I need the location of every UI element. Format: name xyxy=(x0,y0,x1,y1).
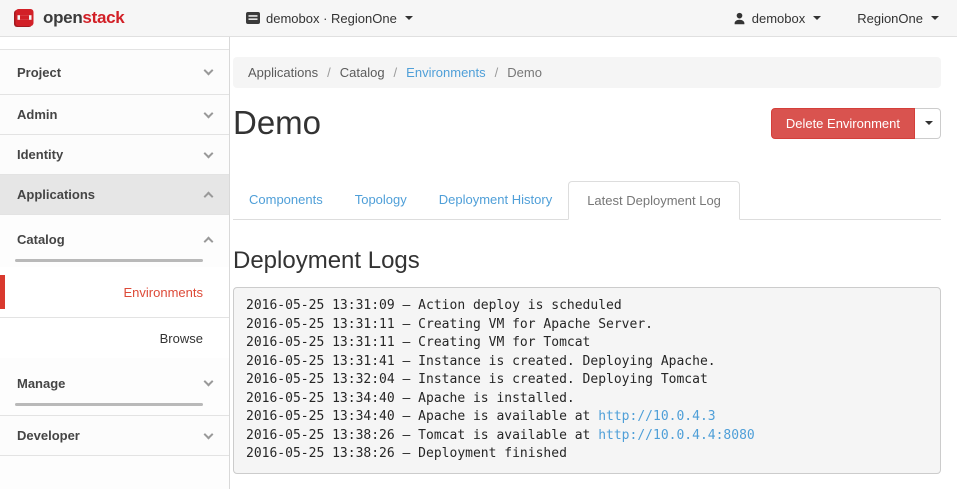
log-line: 2016-05-25 13:38:26 — Deployment finishe… xyxy=(246,445,928,464)
log-line: 2016-05-25 13:31:11 — Creating VM for Ap… xyxy=(246,316,928,335)
openstack-logo-icon xyxy=(12,7,36,29)
apache-url-link[interactable]: http://10.0.4.3 xyxy=(598,409,715,424)
list-icon xyxy=(246,12,260,24)
tab-bar: Components Topology Deployment History L… xyxy=(233,181,941,220)
breadcrumb-separator: / xyxy=(327,65,331,80)
user-menu-label: demobox xyxy=(752,11,805,26)
chevron-down-icon xyxy=(204,108,214,118)
sidebar-item-applications[interactable]: Applications xyxy=(0,175,229,215)
sidebar-item-admin[interactable]: Admin xyxy=(0,95,229,135)
breadcrumb-separator: / xyxy=(495,65,499,80)
caret-down-icon xyxy=(405,16,413,20)
sidebar-item-label: Environments xyxy=(124,285,203,300)
breadcrumb-link-environments[interactable]: Environments xyxy=(406,65,485,80)
log-line: 2016-05-25 13:31:41 — Instance is create… xyxy=(246,353,928,372)
sidebar-item-browse[interactable]: Browse xyxy=(0,318,229,358)
sidebar-item-label: Identity xyxy=(17,147,63,162)
log-line: 2016-05-25 13:34:40 — Apache is installe… xyxy=(246,390,928,409)
section-title: Deployment Logs xyxy=(233,247,941,275)
delete-environment-dropdown-toggle[interactable] xyxy=(915,108,941,139)
sidebar-group-label: Catalog xyxy=(17,232,65,247)
user-menu[interactable]: demobox xyxy=(733,11,821,26)
sidebar-item-label: Browse xyxy=(160,331,203,346)
chevron-down-icon xyxy=(204,148,214,158)
tab-latest-deployment-log[interactable]: Latest Deployment Log xyxy=(568,181,740,220)
openstack-brand[interactable]: openstack xyxy=(0,7,230,29)
breadcrumb-item: Catalog xyxy=(340,65,385,80)
breadcrumb-current: Demo xyxy=(507,65,542,80)
deployment-log-box: 2016-05-25 13:31:09 — Action deploy is s… xyxy=(233,287,941,474)
breadcrumb: Applications / Catalog / Environments / … xyxy=(233,57,941,88)
sidebar-item-label: Developer xyxy=(17,428,80,443)
breadcrumb-item: Applications xyxy=(248,65,318,80)
group-divider xyxy=(15,403,203,406)
page-title: Demo xyxy=(233,104,321,142)
chevron-down-icon xyxy=(204,66,214,76)
chevron-up-icon xyxy=(204,236,214,246)
sidebar-group-catalog[interactable]: Catalog xyxy=(0,227,229,251)
sidebar-item-identity[interactable]: Identity xyxy=(0,135,229,175)
breadcrumb-separator: / xyxy=(394,65,398,80)
chevron-down-icon xyxy=(204,429,214,439)
sidebar-group-manage[interactable]: Manage xyxy=(0,371,229,395)
openstack-logo-text: openstack xyxy=(43,8,124,28)
main-content: Applications / Catalog / Environments / … xyxy=(230,37,957,489)
caret-down-icon xyxy=(931,16,939,20)
tomcat-url-link[interactable]: http://10.0.4.4:8080 xyxy=(598,428,755,443)
log-line: 2016-05-25 13:31:11 — Creating VM for To… xyxy=(246,334,928,353)
tab-topology[interactable]: Topology xyxy=(339,181,423,220)
sidebar-top-strip xyxy=(0,37,229,50)
context-switcher-label: demobox · RegionOne xyxy=(266,11,397,26)
sidebar-group-catalog-block: Catalog xyxy=(0,215,229,262)
tab-components[interactable]: Components xyxy=(233,181,339,220)
sidebar-item-environments[interactable]: Environments xyxy=(0,267,229,318)
caret-down-icon xyxy=(813,16,821,20)
delete-environment-button-group: Delete Environment xyxy=(771,108,941,139)
log-line: 2016-05-25 13:32:04 — Instance is create… xyxy=(246,371,928,390)
sidebar: Project Admin Identity Applications Cata… xyxy=(0,37,230,489)
sidebar-item-label: Project xyxy=(17,65,61,80)
project-region-switcher[interactable]: demobox · RegionOne xyxy=(246,11,413,26)
sidebar-item-developer[interactable]: Developer xyxy=(0,416,229,456)
region-menu[interactable]: RegionOne xyxy=(857,11,939,26)
log-line: 2016-05-25 13:38:26 — Tomcat is availabl… xyxy=(246,427,928,446)
top-navbar: openstack demobox · RegionOne demobox Re… xyxy=(0,0,957,37)
sidebar-item-label: Admin xyxy=(17,107,57,122)
sidebar-group-label: Manage xyxy=(17,376,65,391)
sidebar-item-project[interactable]: Project xyxy=(0,50,229,95)
region-menu-label: RegionOne xyxy=(857,11,923,26)
sidebar-group-manage-block: Manage xyxy=(0,358,229,416)
sidebar-item-label: Applications xyxy=(17,187,95,202)
chevron-down-icon xyxy=(204,377,214,387)
chevron-up-icon xyxy=(204,192,214,202)
user-icon xyxy=(733,12,746,25)
log-line: 2016-05-25 13:31:09 — Action deploy is s… xyxy=(246,297,928,316)
caret-down-icon xyxy=(925,121,933,125)
log-line: 2016-05-25 13:34:40 — Apache is availabl… xyxy=(246,408,928,427)
delete-environment-button[interactable]: Delete Environment xyxy=(771,108,915,139)
tab-deployment-history[interactable]: Deployment History xyxy=(423,181,568,220)
group-divider xyxy=(15,259,203,262)
